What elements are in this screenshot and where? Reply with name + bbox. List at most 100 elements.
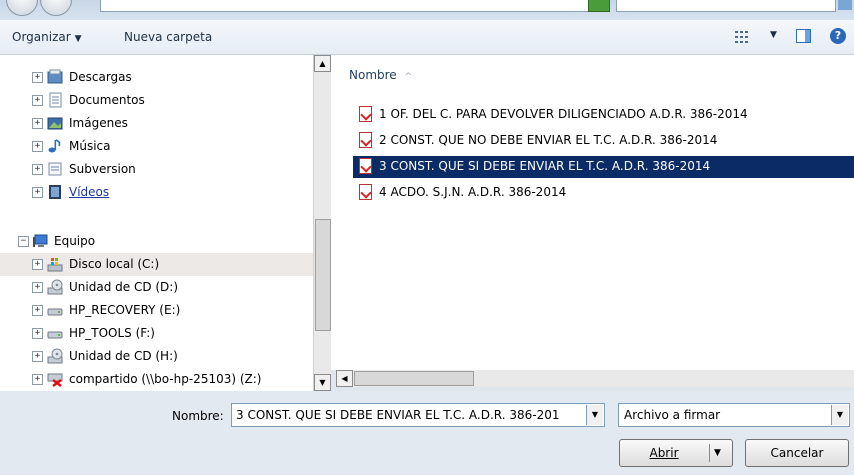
tree-item-videos[interactable]: + Vídeos: [0, 181, 313, 204]
file-row[interactable]: 4 ACDO. S.J.N. A.D.R. 386-2014: [353, 182, 854, 204]
preview-pane-icon[interactable]: [796, 29, 811, 43]
videos-icon: [47, 184, 63, 200]
tree-item-drive-c[interactable]: + Disco local (C:): [0, 253, 313, 276]
chevron-down-icon[interactable]: ▼: [586, 405, 603, 425]
expand-icon[interactable]: +: [32, 118, 43, 129]
pdf-file-icon: [359, 106, 372, 122]
collapse-icon[interactable]: −: [18, 236, 29, 247]
search-icon[interactable]: [838, 0, 852, 10]
expand-icon[interactable]: +: [32, 141, 43, 152]
network-drive-disconnected-icon: [47, 371, 63, 387]
tree-item-label: Música: [69, 139, 111, 153]
command-bar: Organizar ▼ Nueva carpeta ▼ ?: [0, 20, 854, 55]
organize-button[interactable]: Organizar ▼: [12, 20, 82, 54]
column-header-name[interactable]: Nombre ^: [349, 68, 412, 82]
cd-drive-icon: [47, 348, 63, 364]
pdf-file-icon: [359, 158, 372, 174]
expand-icon[interactable]: +: [32, 351, 43, 362]
view-dropdown-chevron-icon[interactable]: ▼: [770, 30, 777, 40]
tree-item-pictures[interactable]: + Imágenes: [0, 112, 313, 135]
help-icon[interactable]: ?: [830, 28, 846, 44]
tree-item-subversion[interactable]: + Subversion: [0, 158, 313, 181]
music-icon: [47, 138, 63, 154]
downloads-icon: [47, 69, 63, 85]
expand-icon[interactable]: +: [32, 259, 43, 270]
chevron-down-icon: ▼: [74, 34, 82, 44]
file-row[interactable]: 1 OF. DEL C. PARA DEVOLVER DILIGENCIADO …: [353, 104, 854, 126]
open-button-label: Abrir: [649, 446, 679, 460]
file-row-selected[interactable]: 3 CONST. QUE SI DEBE ENVIAR EL T.C. A.D.…: [353, 156, 854, 178]
expand-icon[interactable]: +: [32, 305, 43, 316]
expand-icon[interactable]: +: [32, 187, 43, 198]
open-button[interactable]: Abrir ▼: [619, 439, 733, 467]
sort-ascending-icon: ^: [404, 72, 413, 82]
scrollbar-thumb[interactable]: [315, 219, 331, 331]
tree-item-drive-z[interactable]: + compartido (\\bo-hp-25103) (Z:): [0, 368, 313, 391]
navigation-scrollbar[interactable]: ▲ ▼: [313, 55, 331, 391]
expand-icon[interactable]: +: [32, 374, 43, 385]
local-disk-icon: [47, 256, 63, 272]
address-bar[interactable]: [100, 0, 592, 12]
file-list-hscrollbar[interactable]: ◀: [336, 370, 854, 387]
tree-item-label: HP_TOOLS (F:): [69, 326, 155, 340]
tree-item-label: Disco local (C:): [69, 257, 160, 271]
pictures-icon: [47, 115, 63, 131]
tree-item-music[interactable]: + Música: [0, 135, 313, 158]
documents-icon: [47, 92, 63, 108]
tree-item-label: Vídeos: [69, 185, 110, 199]
tree-item-drive-e[interactable]: + HP_RECOVERY (E:): [0, 299, 313, 322]
expand-icon[interactable]: +: [32, 164, 43, 175]
forward-button[interactable]: [40, 0, 72, 16]
tree-item-drive-d[interactable]: + Unidad de CD (D:): [0, 276, 313, 299]
tree-item-downloads[interactable]: + Descargas: [0, 66, 313, 89]
file-name: 2 CONST. QUE NO DEBE ENVIAR EL T.C. A.D.…: [379, 133, 718, 147]
pdf-file-icon: [359, 184, 372, 200]
file-name: 4 ACDO. S.J.N. A.D.R. 386-2014: [379, 185, 567, 199]
tree-item-label: Imágenes: [69, 116, 128, 130]
tree-item-drive-f[interactable]: + HP_TOOLS (F:): [0, 322, 313, 345]
file-row[interactable]: 2 CONST. QUE NO DEBE ENVIAR EL T.C. A.D.…: [353, 130, 854, 152]
subversion-icon: [47, 161, 63, 177]
tree-item-documents[interactable]: + Documentos: [0, 89, 313, 112]
column-header-label: Nombre: [349, 68, 397, 82]
file-name-combobox[interactable]: 3 CONST. QUE SI DEBE ENVIAR EL T.C. A.D.…: [231, 403, 605, 427]
file-name-input[interactable]: 3 CONST. QUE SI DEBE ENVIAR EL T.C. A.D.…: [236, 408, 584, 422]
pdf-file-icon: [359, 132, 372, 148]
tree-item-label: HP_RECOVERY (E:): [69, 303, 181, 317]
file-type-value: Archivo a firmar: [624, 408, 721, 422]
expand-icon[interactable]: +: [32, 328, 43, 339]
file-type-select[interactable]: Archivo a firmar ▼: [618, 403, 850, 427]
hscrollbar-thumb[interactable]: [354, 371, 474, 386]
tree-item-label: Descargas: [69, 70, 132, 84]
expand-icon[interactable]: +: [32, 282, 43, 293]
tree-item-label: Unidad de CD (D:): [69, 280, 179, 294]
tree-item-label: compartido (\\bo-hp-25103) (Z:): [69, 372, 262, 386]
dialog-footer: Nombre: 3 CONST. QUE SI DEBE ENVIAR EL T…: [0, 391, 854, 475]
tree-item-computer[interactable]: − Equipo: [0, 230, 313, 253]
expand-icon[interactable]: +: [32, 95, 43, 106]
cancel-button[interactable]: Cancelar: [745, 439, 849, 467]
file-name-label: Nombre:: [172, 409, 224, 423]
view-options-icon[interactable]: [735, 30, 749, 44]
cancel-button-label: Cancelar: [770, 446, 824, 460]
tree-item-label: Unidad de CD (H:): [69, 349, 178, 363]
cd-drive-icon: [47, 279, 63, 295]
search-input[interactable]: [616, 0, 836, 12]
scroll-down-icon[interactable]: ▼: [314, 374, 331, 391]
scroll-left-icon[interactable]: ◀: [336, 370, 353, 387]
organize-label: Organizar: [12, 30, 71, 44]
tree-item-drive-h[interactable]: + Unidad de CD (H:): [0, 345, 313, 368]
computer-icon: [32, 233, 48, 249]
drive-icon: [47, 325, 63, 341]
back-button[interactable]: [6, 0, 38, 16]
scroll-up-icon[interactable]: ▲: [314, 55, 331, 72]
new-folder-button[interactable]: Nueva carpeta: [124, 20, 212, 54]
tree-item-label: Documentos: [69, 93, 145, 107]
file-name: 1 OF. DEL C. PARA DEVOLVER DILIGENCIADO …: [379, 107, 748, 121]
refresh-icon[interactable]: [588, 0, 610, 12]
navigation-pane: + Descargas + Documentos + Imágenes + Mú…: [0, 55, 313, 391]
chevron-down-icon[interactable]: ▼: [714, 440, 721, 466]
expand-icon[interactable]: +: [32, 72, 43, 83]
new-folder-label: Nueva carpeta: [124, 30, 213, 44]
chevron-down-icon[interactable]: ▼: [831, 405, 848, 425]
